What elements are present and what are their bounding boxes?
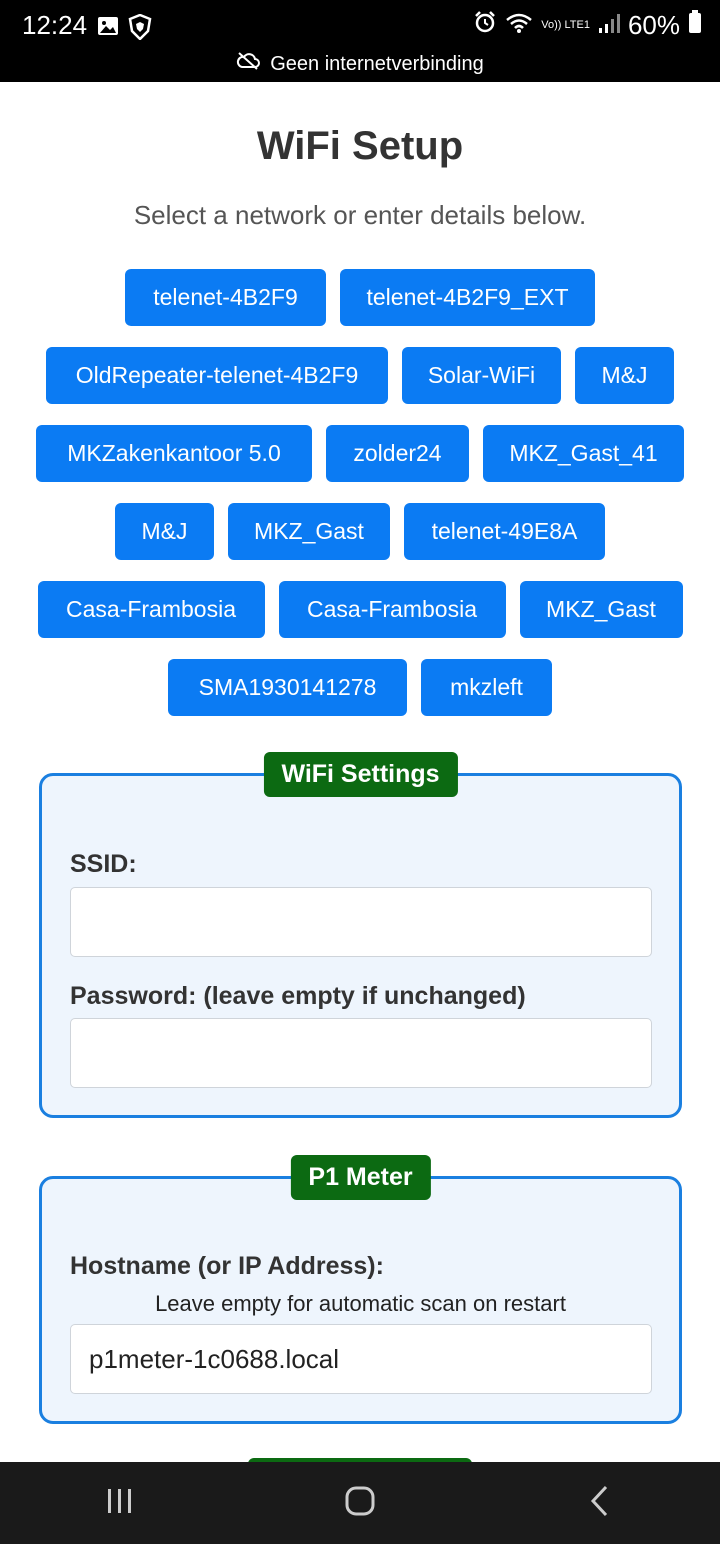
network-button[interactable]: Casa-Frambosia bbox=[37, 581, 265, 638]
status-time: 12:24 bbox=[22, 10, 88, 40]
network-button[interactable]: Casa-Frambosia bbox=[278, 581, 506, 638]
page-title: WiFi Setup bbox=[256, 124, 464, 168]
network-button[interactable]: MKZ_Gast bbox=[519, 581, 683, 638]
network-row: OldRepeater-telenet-4B2F9 Solar-WiFi M&J bbox=[0, 347, 720, 404]
no-internet-text: Geen internetverbinding bbox=[270, 52, 484, 75]
network-button[interactable]: MKZ_Gast bbox=[228, 503, 390, 560]
network-button[interactable]: mkzleft bbox=[421, 659, 552, 716]
back-icon bbox=[589, 1484, 611, 1523]
network-button[interactable]: telenet-49E8A bbox=[404, 503, 605, 560]
password-input[interactable] bbox=[70, 1018, 652, 1088]
p1-meter-legend: P1 Meter bbox=[290, 1155, 431, 1200]
network-button[interactable]: telenet-4B2F9 bbox=[125, 269, 326, 326]
network-button[interactable]: Solar-WiFi bbox=[402, 347, 561, 404]
hostname-input[interactable] bbox=[70, 1324, 652, 1394]
status-right: Vo)) LTE1 60% bbox=[473, 10, 702, 41]
password-label: Password: (leave empty if unchanged) bbox=[70, 982, 526, 1010]
ssid-input[interactable] bbox=[70, 887, 652, 957]
network-button[interactable]: SMA1930141278 bbox=[168, 659, 407, 716]
cloud-off-icon bbox=[236, 52, 261, 76]
page-content: WiFi Setup Select a network or enter det… bbox=[0, 82, 720, 1462]
battery-icon bbox=[688, 10, 702, 41]
wifi-icon bbox=[505, 10, 533, 41]
network-row: MKZakenkantoor 5.0 zolder24 MKZ_Gast_41 bbox=[0, 425, 720, 482]
alarm-icon bbox=[473, 10, 497, 41]
p1-meter-fieldset: P1 Meter Hostname (or IP Address): Leave… bbox=[39, 1155, 682, 1424]
image-icon bbox=[96, 14, 120, 45]
back-button[interactable] bbox=[560, 1473, 640, 1533]
home-icon bbox=[344, 1485, 376, 1522]
status-left-icons bbox=[96, 13, 152, 45]
battery-percent: 60% bbox=[627, 10, 680, 40]
network-button[interactable]: zolder24 bbox=[326, 425, 469, 482]
hostname-label: Hostname (or IP Address): bbox=[70, 1252, 384, 1280]
ssid-label: SSID: bbox=[70, 850, 137, 878]
network-button[interactable]: M&J bbox=[115, 503, 214, 560]
network-button[interactable]: MKZ_Gast_41 bbox=[483, 425, 684, 482]
status-bar: 12:24 Vo)) LTE1 60% Geen internetverbind… bbox=[0, 0, 720, 82]
network-button[interactable]: telenet-4B2F9_EXT bbox=[340, 269, 595, 326]
system-nav-bar bbox=[0, 1462, 720, 1544]
wifi-settings-legend: WiFi Settings bbox=[263, 752, 458, 797]
shield-lion-icon bbox=[128, 13, 152, 45]
no-internet-banner: Geen internetverbinding bbox=[0, 52, 720, 76]
network-button[interactable]: OldRepeater-telenet-4B2F9 bbox=[46, 347, 388, 404]
wifi-settings-fieldset: WiFi Settings SSID: Password: (leave emp… bbox=[39, 752, 682, 1118]
page-subtitle: Select a network or enter details below. bbox=[133, 200, 587, 230]
network-row: SMA1930141278 mkzleft bbox=[0, 659, 720, 716]
network-button[interactable]: M&J bbox=[575, 347, 674, 404]
network-type-label: Vo)) LTE1 bbox=[541, 19, 590, 31]
recent-apps-button[interactable] bbox=[80, 1473, 160, 1533]
network-row: Casa-Frambosia Casa-Frambosia MKZ_Gast bbox=[0, 581, 720, 638]
hostname-hint: Leave empty for automatic scan on restar… bbox=[155, 1291, 566, 1316]
network-row: telenet-4B2F9 telenet-4B2F9_EXT bbox=[0, 269, 720, 326]
signal-icon bbox=[598, 10, 620, 41]
recent-apps-icon bbox=[105, 1487, 135, 1520]
network-button[interactable]: MKZakenkantoor 5.0 bbox=[36, 425, 312, 482]
home-button[interactable] bbox=[320, 1473, 400, 1533]
network-row: M&J MKZ_Gast telenet-49E8A bbox=[0, 503, 720, 560]
